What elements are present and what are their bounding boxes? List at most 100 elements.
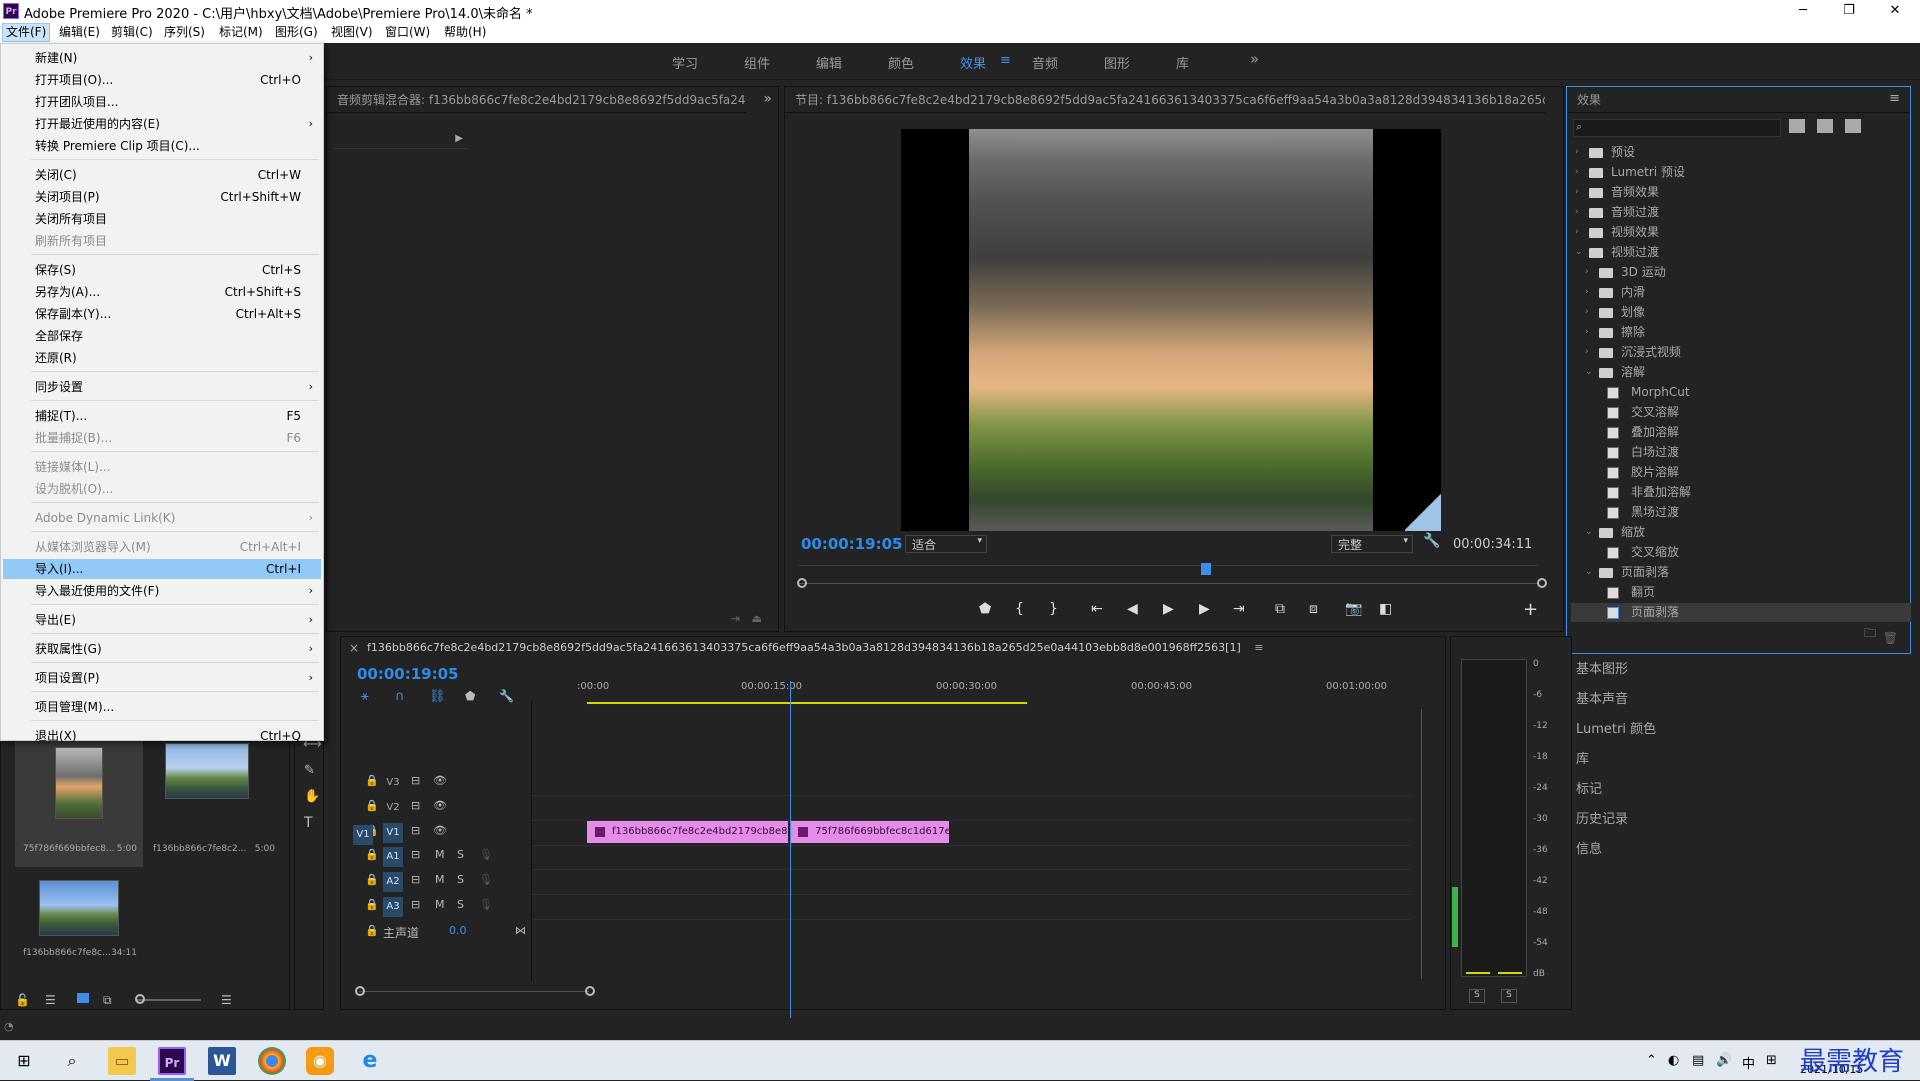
menu-clip[interactable]: 剪辑(C) — [108, 24, 156, 41]
effect-folder[interactable]: ⌄ 视频过渡 — [1571, 243, 1911, 262]
tray-chevron-icon[interactable]: ⌃ — [1646, 1053, 1657, 1068]
effect-folder[interactable]: › Lumetri 预设 — [1571, 163, 1911, 182]
file-explorer-icon[interactable]: ▭ — [108, 1047, 136, 1075]
icon-view-icon[interactable] — [77, 993, 89, 1003]
vertical-scrollbar[interactable] — [1421, 709, 1422, 979]
program-timecode[interactable]: 00:00:19:05 — [801, 535, 903, 553]
mark-in-icon[interactable]: { — [1015, 601, 1024, 617]
menu-graphics[interactable]: 图形(G) — [272, 24, 321, 41]
chevron-down-icon[interactable]: ⌄ — [1585, 523, 1593, 542]
chevron-down-icon[interactable]: ⌄ — [1575, 243, 1583, 262]
track-eye-icon[interactable]: 👁 — [433, 799, 447, 812]
file-menu-item[interactable]: 保存(S) Ctrl+S — [3, 260, 321, 280]
file-menu-item[interactable]: 另存为(A)... Ctrl+Shift+S — [3, 282, 321, 302]
zoom-scrollbar[interactable] — [799, 583, 1539, 584]
premiere-taskbar-icon[interactable]: Pr — [158, 1047, 186, 1075]
menu-markers[interactable]: 标记(M) — [216, 24, 266, 41]
effect-folder[interactable]: › 内滑 — [1571, 283, 1911, 302]
file-menu-item[interactable]: 导入(I)... Ctrl+I — [3, 559, 321, 579]
delete-icon[interactable]: 🗑 — [1883, 631, 1898, 645]
workspace-assembly[interactable]: 组件 — [744, 53, 770, 72]
track-target-button[interactable]: A1 — [383, 847, 403, 867]
panel-lumetri-color[interactable]: Lumetri 颜色 — [1576, 718, 1776, 738]
voiceover-icon[interactable]: 🎙 — [479, 848, 493, 861]
timeline-zoom-scrollbar[interactable] — [359, 991, 589, 992]
32bit-effects-icon[interactable] — [1817, 119, 1833, 133]
timeline-playhead[interactable] — [790, 681, 792, 1029]
mark-out-icon[interactable]: } — [1049, 601, 1058, 617]
go-to-in-icon[interactable]: ⇤ — [1091, 601, 1103, 617]
step-forward-icon[interactable]: ▶ — [1199, 601, 1210, 617]
effect-item[interactable]: 交叉缩放 — [1571, 543, 1911, 562]
word-icon[interactable]: W — [208, 1047, 236, 1075]
track-lock-icon[interactable]: 🔒 — [365, 898, 379, 911]
pen-tool-icon[interactable]: ✎ — [304, 763, 315, 778]
effect-folder[interactable]: › 划像 — [1571, 303, 1911, 322]
button-editor-icon[interactable]: + — [1523, 599, 1538, 620]
file-menu-item[interactable]: 导入最近使用的文件(F) › — [3, 581, 321, 601]
chevron-right-icon[interactable]: › — [1575, 163, 1579, 182]
restore-button[interactable]: ❐ — [1826, 0, 1872, 22]
chevron-right-icon[interactable]: › — [1585, 283, 1589, 302]
file-menu-item[interactable]: 关闭所有项目 — [3, 209, 321, 229]
effect-item[interactable]: 翻页 — [1571, 583, 1911, 602]
mixer-output-icon[interactable]: ⏏ — [752, 612, 762, 625]
chevron-right-icon[interactable]: › — [1575, 203, 1579, 222]
file-menu-item[interactable]: 关闭项目(P) Ctrl+Shift+W — [3, 187, 321, 207]
source-patch-v1[interactable]: V1 — [353, 825, 373, 845]
sync-lock-icon[interactable]: ⊟ — [411, 824, 420, 837]
track-eye-icon[interactable]: 👁 — [433, 774, 447, 787]
timeline-clip[interactable]: 75f786f669bbfec8c1d617ef3636810f40d — [790, 821, 949, 843]
settings-wrench-icon[interactable]: 🔧 — [1423, 533, 1440, 549]
file-menu-item[interactable]: 全部保存 — [3, 326, 321, 346]
file-menu-item[interactable]: 还原(R) — [3, 348, 321, 368]
file-menu-item[interactable]: 打开项目(O)... Ctrl+O — [3, 70, 321, 90]
volume-icon[interactable]: 🔊 — [1716, 1053, 1732, 1068]
panel-libraries[interactable]: 库 — [1576, 748, 1776, 768]
solo-icon[interactable]: S — [457, 873, 464, 886]
effect-folder[interactable]: › 3D 运动 — [1571, 263, 1911, 282]
export-frame-icon[interactable]: 📷 — [1345, 601, 1362, 617]
chevron-right-icon[interactable]: › — [1575, 143, 1579, 162]
yuv-effects-icon[interactable] — [1845, 119, 1861, 133]
network-icon[interactable]: ▤ — [1692, 1053, 1704, 1068]
master-volume-value[interactable]: 0.0 — [449, 924, 467, 937]
sort-icon[interactable]: ☰ — [221, 993, 232, 1007]
file-menu-item[interactable]: 项目管理(M)... — [3, 697, 321, 717]
play-icon[interactable]: ▶ — [1163, 601, 1174, 617]
effect-folder[interactable]: ⌄ 缩放 — [1571, 523, 1911, 542]
panel-info[interactable]: 信息 — [1576, 838, 1776, 858]
panel-essential-graphics[interactable]: 基本图形 — [1576, 658, 1776, 678]
minimize-button[interactable]: ─ — [1780, 0, 1826, 22]
program-monitor-title[interactable]: 节目: f136bb866c7fe8c2e4bd2179cb8e8692f5dd… — [785, 87, 1545, 113]
expand-arrow-icon[interactable]: ▶ — [455, 133, 463, 144]
menu-view[interactable]: 视图(V) — [328, 24, 376, 41]
timeline-clip[interactable]: f136bb866c7fe8c2e4bd2179cb8e8692f5dd9ac5… — [587, 821, 789, 843]
program-playhead[interactable] — [1201, 563, 1211, 575]
panel-essential-sound[interactable]: 基本声音 — [1576, 688, 1776, 708]
keyboard-icon[interactable]: ⊞ — [1766, 1053, 1777, 1068]
menu-edit[interactable]: 编辑(E) — [56, 24, 103, 41]
sync-lock-icon[interactable]: ⊟ — [411, 873, 420, 886]
track-lock-icon[interactable]: 🔒 — [365, 774, 379, 787]
effect-item[interactable]: 胶片溶解 — [1571, 463, 1911, 482]
track-target-button[interactable]: A2 — [383, 872, 403, 892]
panel-markers[interactable]: 标记 — [1576, 778, 1776, 798]
solo-icon[interactable]: S — [457, 848, 464, 861]
lift-icon[interactable]: ⧉ — [1275, 601, 1285, 617]
hand-tool-icon[interactable]: ✋ — [304, 789, 320, 804]
track-lock-icon[interactable]: 🔒 — [365, 799, 379, 812]
search-icon[interactable]: ⌕ — [58, 1047, 86, 1075]
sync-lock-icon[interactable]: ⊟ — [411, 799, 420, 812]
edge-icon[interactable]: e — [356, 1047, 384, 1075]
chevron-right-icon[interactable]: › — [1585, 323, 1589, 342]
track-target-button[interactable]: A3 — [383, 897, 403, 917]
workspace-learn[interactable]: 学习 — [672, 53, 698, 72]
menu-window[interactable]: 窗口(W) — [382, 24, 433, 41]
accelerated-effects-icon[interactable] — [1789, 119, 1805, 133]
bin-item[interactable]: f136bb866c7fe8c2... 5:00 — [151, 741, 279, 867]
effect-folder[interactable]: ⌄ 溶解 — [1571, 363, 1911, 382]
mute-icon[interactable]: M — [435, 898, 445, 911]
time-ruler[interactable] — [799, 565, 1539, 566]
list-view-icon[interactable]: ☰ — [45, 993, 56, 1007]
